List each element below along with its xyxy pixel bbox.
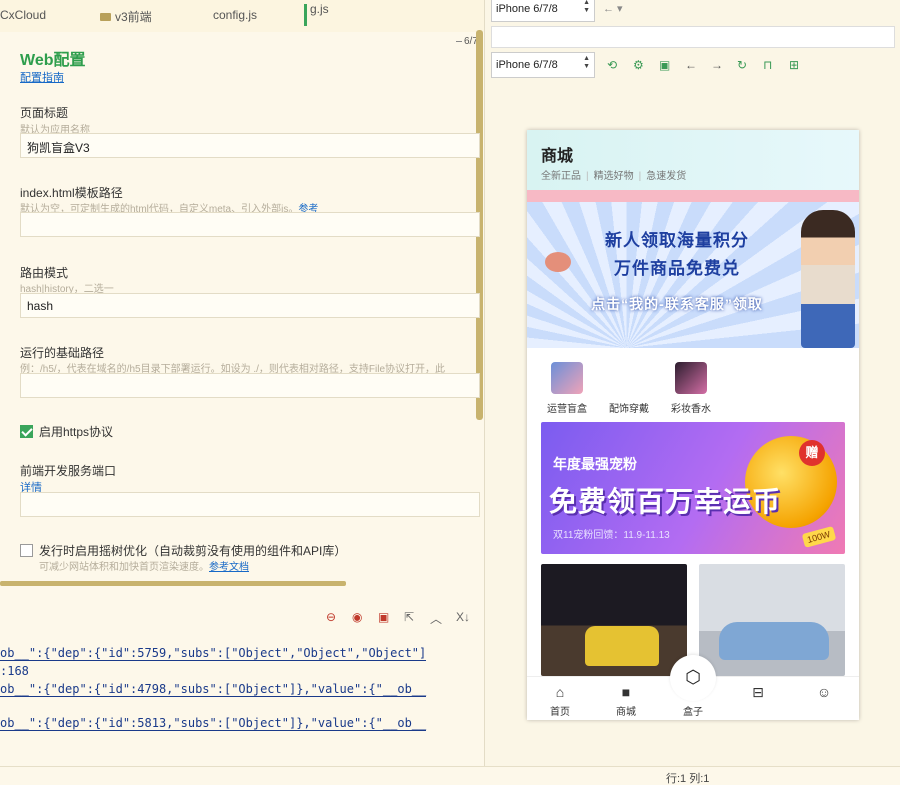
category-image [613,362,645,394]
treeshake-checkbox[interactable] [20,544,33,557]
console-line: ob__":{"dep":{"id":4798,"subs":["Object"… [0,682,427,697]
lucky-coin-banner[interactable]: 赠 年度最强宠粉 免费领百万幸运币 双11宠粉回馈：11.9-11.13 100… [541,422,845,554]
rotate-icon[interactable]: ⟲ [607,58,617,72]
treeshake-label: 发行时启用摇树优化（自动裁剪没有使用的组件和API库） [39,544,347,558]
dev-port-label: 前端开发服务端口 [20,464,117,478]
cursor-position: 行:1 列:1 [666,773,710,785]
phone-simulator: 商城 全新正品 | 精选好物 | 急速发货 新人领取海量积分 万件商品免费兑 点击“我的… [527,130,859,720]
category-item[interactable]: 配饰穿戴 [599,362,659,415]
category-item[interactable]: 运营盲盒 [537,362,597,415]
shop-title: 商城 [541,148,574,165]
banner-line3: 点击“我的-联系客服”领取 [591,296,763,312]
device-select[interactable]: iPhone 6/7/8 ▲ ▼ [491,52,595,78]
car-image [719,622,829,660]
promo-banner[interactable]: 新人领取海量积分 万件商品免费兑 点击“我的-联系客服”领取 [527,190,859,356]
tab-g-js[interactable]: g.js [310,2,329,16]
active-tab-marker [304,4,307,26]
product-card[interactable] [541,564,687,676]
console-line: :168 [0,664,29,678]
index-template-input[interactable] [20,212,480,237]
folder-icon [100,13,111,21]
preview-pane: iPhone 6/7/8 ▲ ▼ ← ▾ iPhone 6/7/8 ▲ ▼ ⟲ ⚙ ▣ … [484,0,900,766]
bag-icon: ⊟ [752,684,764,700]
form-title: Web配置 [20,52,86,69]
tab-config-js[interactable]: config.js [213,8,257,22]
console-line: ob__":{"dep":{"id":5759,"subs":["Object"… [0,646,427,661]
clear-icon[interactable]: ⊖ [326,610,336,624]
category-image [675,362,707,394]
promo-subtitle: 年度最强宠粉 [553,456,637,472]
tab-profile[interactable]: ☺ [799,683,849,703]
promo-badge: 100W [802,526,837,548]
refresh-icon[interactable]: ↻ [737,58,747,72]
config-guide-link[interactable]: 配置指南 [20,69,64,85]
status-bar: 行:1 列:1 [0,766,900,785]
shop-header: 商城 全新正品 | 精选好物 | 急速发货 [527,130,859,190]
record-icon[interactable]: ▣ [378,610,389,624]
device-select-top[interactable]: iPhone 6/7/8 ▲ ▼ [491,0,595,22]
page-title-label: 页面标题 [20,106,69,120]
shop-tags: 全新正品 | 精选好物 | 急速发货 [541,171,687,182]
forward-icon[interactable]: → [711,58,723,72]
car-image [585,626,659,666]
close-console-icon[interactable]: X↓ [456,610,470,624]
smile-icon: ☺ [816,684,832,700]
stop-icon[interactable]: ◉ [352,610,362,624]
base-path-label: 运行的基础路径 [20,346,105,360]
tab-label: v3前端 [115,10,152,24]
back-arrow-icon[interactable]: ← ▾ [603,2,623,15]
category-item[interactable]: 彩妆香水 [661,362,721,415]
product-card[interactable] [699,564,845,676]
horizontal-scrollbar[interactable] [0,581,346,586]
base-path-input[interactable] [20,373,480,398]
treeshake-doc-link[interactable]: 参考文档 [209,562,249,573]
home-icon: ⌂ [555,684,565,700]
url-bar[interactable] [491,26,895,48]
treeshake-hint: 可减少网站体积和加快首页渲染速度。参考文档 [39,562,249,573]
editor-pane: CxCloud v3前端 config.js g.js 6/7 Web配置 配置… [0,0,484,785]
banner-line1: 新人领取海量积分 [605,231,749,250]
model-image [801,210,855,348]
page-title-input[interactable]: 狗凯盲盒V3 [20,133,480,158]
settings-icon[interactable]: ⚙ [633,58,644,72]
treeshake-checkbox-row[interactable]: 发行时启用摇树优化（自动裁剪没有使用的组件和API库） [20,542,346,559]
promo-date: 双11宠粉回馈：11.9-11.13 [553,530,670,541]
tab-home[interactable]: ⌂ 首页 [535,683,585,718]
https-label: 启用https协议 [39,425,114,439]
banner-line2: 万件商品免费兑 [614,259,740,278]
qrcode-icon[interactable]: ⊞ [789,58,799,72]
category-image [551,362,583,394]
tab-shop[interactable]: ■ 商城 [601,683,651,718]
tab-bag[interactable]: ⊟ [733,683,783,703]
router-mode-label: 路由模式 [20,266,69,280]
screenshot-icon[interactable]: ▣ [659,58,670,72]
page-indicator: 6/7 [456,36,478,47]
tab-box[interactable]: 盒子 [668,701,718,718]
dev-port-input[interactable] [20,492,480,517]
editor-tab-bar: CxCloud v3前端 config.js g.js [0,0,484,32]
phone-tab-bar: ⌂ 首页 ■ 商城 ⬡ 盒子 ⊟ ☺ [527,655,859,720]
https-checkbox-row[interactable]: 启用https协议 [20,423,113,440]
category-row: 运营盲盒 配饰穿戴 彩妆香水 [527,356,859,418]
tab-v3-frontend[interactable]: v3前端 [100,8,152,25]
collapse-icon[interactable]: ︿ [430,610,442,627]
promo-title: 免费领百万幸运币 [549,486,782,517]
back-icon[interactable]: ← [685,58,697,72]
https-checkbox[interactable] [20,425,33,438]
index-template-label: index.html模板路径 [20,186,123,200]
export-icon[interactable]: ⇱ [404,610,414,624]
console-line: ob__":{"dep":{"id":5813,"subs":["Object"… [0,716,427,731]
router-mode-input[interactable]: hash [20,293,480,318]
tab-cxcloud[interactable]: CxCloud [0,8,46,22]
box-icon[interactable]: ⬡ [670,655,716,701]
lock-icon[interactable]: ⊓ [763,58,772,72]
gift-badge: 赠 [799,440,825,466]
shop-icon: ■ [621,684,631,700]
